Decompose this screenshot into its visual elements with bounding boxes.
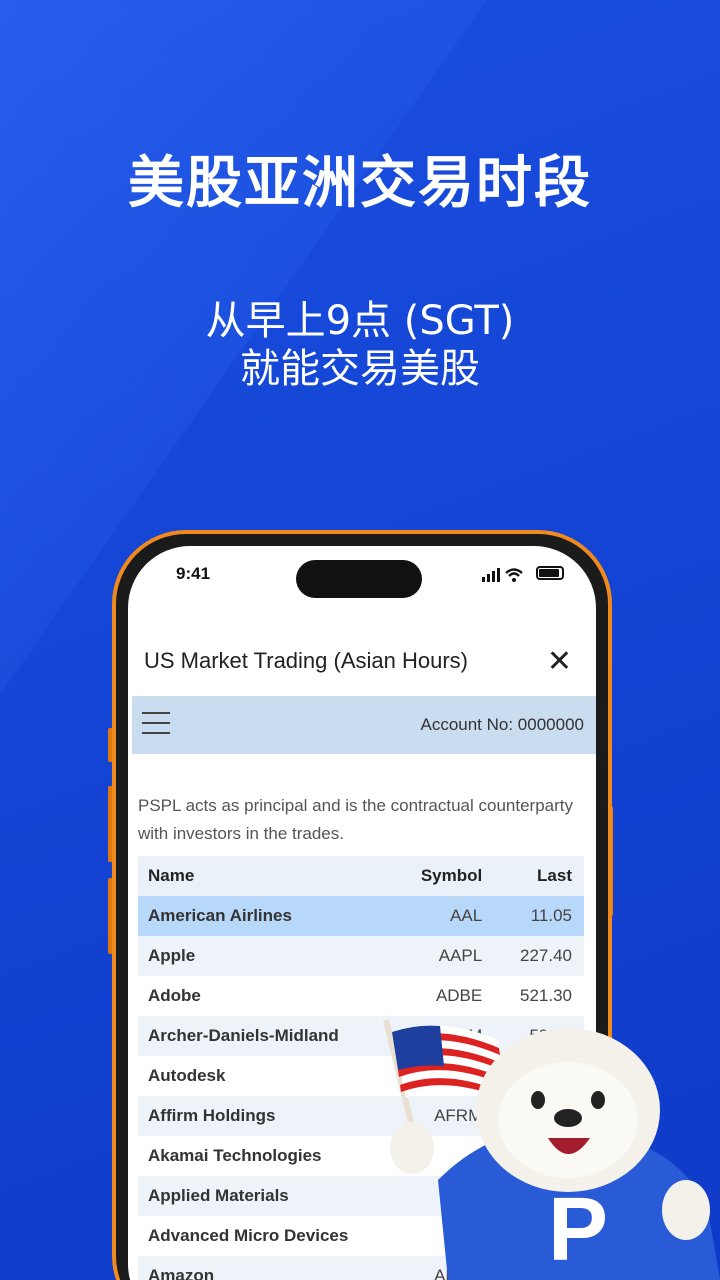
table-row[interactable]: American Airlines AAL 11.05 xyxy=(138,896,584,936)
cell-name: Adobe xyxy=(148,986,201,1005)
mascot-badge: P xyxy=(548,1180,608,1280)
close-icon[interactable]: ✕ xyxy=(547,644,572,679)
cell-name: Akamai Technologies xyxy=(148,1146,322,1165)
app-title-bar: US Market Trading (Asian Hours) ✕ xyxy=(128,636,596,686)
nav-bar: Account No: 0000000 xyxy=(132,696,596,754)
table-header-row: Name Symbol Last xyxy=(138,856,584,896)
cell-last: 11.05 xyxy=(494,896,584,936)
header-last[interactable]: Last xyxy=(494,856,584,896)
dynamic-island xyxy=(296,560,422,598)
account-number: Account No: 0000000 xyxy=(420,715,584,734)
signal-wifi-icon xyxy=(482,568,523,582)
cell-name: Apple xyxy=(138,936,394,976)
menu-icon[interactable] xyxy=(142,712,170,736)
mascot-illustration: P xyxy=(383,1019,720,1280)
table-row[interactable]: Apple AAPL 227.40 xyxy=(138,936,584,976)
battery-icon xyxy=(536,566,564,580)
promo-headline: 美股亚洲交易时段 xyxy=(128,151,592,216)
app-title: US Market Trading (Asian Hours) xyxy=(144,648,468,673)
cell-symbol: AAL xyxy=(393,896,495,936)
cell-name: Advanced Micro Devices xyxy=(148,1226,349,1245)
cell-symbol: AAPL xyxy=(393,936,495,976)
status-bar: 9:41 xyxy=(128,546,596,606)
promo-subline-2: 就能交易美股 xyxy=(240,346,480,392)
cell-name: American Airlines xyxy=(138,896,394,936)
status-time: 9:41 xyxy=(176,564,211,583)
cell-name: Applied Materials xyxy=(138,1176,394,1216)
cell-name: Affirm Holdings xyxy=(138,1096,394,1136)
cell-name: Autodesk xyxy=(148,1066,226,1085)
cell-last: 227.40 xyxy=(494,936,584,976)
cell-name: Amazon xyxy=(138,1256,394,1280)
header-symbol[interactable]: Symbol xyxy=(393,856,495,896)
cell-name: Archer-Daniels-Midland xyxy=(138,1016,394,1056)
disclaimer-text: PSPL acts as principal and is the contra… xyxy=(138,796,573,843)
header-name[interactable]: Name xyxy=(138,856,394,896)
